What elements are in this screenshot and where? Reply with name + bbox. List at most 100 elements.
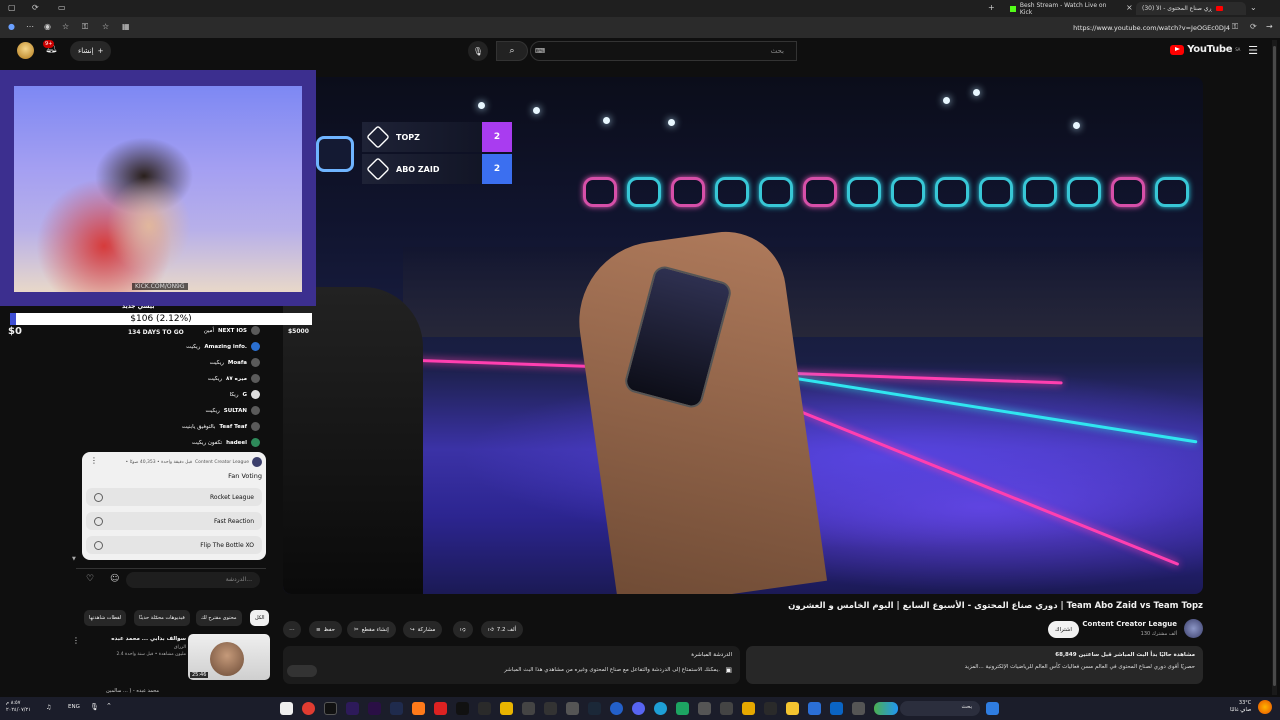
chip-suggested[interactable]: محتوى مقترح لك — [196, 610, 242, 626]
chip-watched[interactable]: لقطات شاهدتها — [84, 610, 127, 626]
keyboard-icon[interactable]: ⌨ — [535, 47, 545, 55]
reload-icon[interactable]: ⟳ — [32, 3, 39, 12]
chat-user[interactable]: ميره ٨٧ — [226, 376, 247, 382]
mic-tray-icon[interactable]: 🎙︎ — [90, 703, 99, 711]
steam-icon[interactable] — [588, 702, 601, 715]
page-scrollbar-thumb[interactable] — [1273, 46, 1276, 686]
emoji-icon[interactable]: ☺ — [110, 574, 119, 584]
taskbar-app-icon[interactable] — [280, 702, 293, 715]
taskbar-app-icon[interactable] — [720, 702, 733, 715]
search-input[interactable]: ⌨ بحث — [530, 41, 797, 61]
chat-user[interactable]: Moafa — [228, 360, 247, 366]
windows-start-icon[interactable] — [986, 702, 999, 715]
tab-switcher-icon[interactable]: ▭ — [58, 3, 66, 12]
chat-avatar[interactable] — [251, 342, 260, 351]
youtube-logo[interactable]: YouTube SA — [1170, 44, 1240, 55]
tray-chevron-icon[interactable]: ⌃ — [106, 702, 112, 710]
dislike-button[interactable]: 👎︎ — [453, 621, 473, 638]
clip-button[interactable]: ✂ إنشاء مقطع — [347, 621, 396, 638]
tiktok-icon[interactable] — [324, 702, 337, 715]
create-button[interactable]: إنشاء + — [70, 41, 112, 61]
save-button[interactable]: ≡ حفظ — [309, 621, 343, 638]
chat-user[interactable]: NEXT IOS — [218, 328, 247, 334]
tab-kick[interactable]: Besh Stream - Watch Live on Kick — [1004, 2, 1124, 16]
hamburger-menu-icon[interactable]: ☰ — [1248, 44, 1258, 57]
chat-avatar[interactable] — [251, 326, 260, 335]
taskbar-app-icon[interactable] — [764, 702, 777, 715]
input-language[interactable]: ENG — [68, 704, 80, 710]
outlook-icon[interactable] — [830, 702, 843, 715]
channel-name[interactable]: Content Creator League — [1082, 620, 1177, 628]
tab-list-chevron-icon[interactable]: ⌄ — [1250, 3, 1257, 12]
chat-avatar[interactable] — [251, 422, 260, 431]
related-thumbnail[interactable]: 25:46 — [188, 634, 270, 680]
related-video-item[interactable]: ⋮ سوالف بذابي ... محمد عبده الزراق 2.4 م… — [72, 634, 274, 694]
livechat-open-button[interactable] — [287, 665, 317, 677]
chat-avatar[interactable] — [251, 358, 260, 367]
chip-recently-uploaded[interactable]: فيديوهات محمّلة حديثًا — [134, 610, 190, 626]
browser-menu-icon[interactable]: ▢ — [8, 3, 16, 12]
chat-avatar[interactable] — [251, 390, 260, 399]
profile-icon[interactable]: ◉ — [44, 22, 51, 31]
channel-avatar[interactable] — [1184, 619, 1203, 638]
voice-search-mic-icon[interactable]: 🎙︎ — [468, 41, 488, 61]
taskbar-app-icon[interactable] — [522, 702, 535, 715]
share-button[interactable]: ↪ مشاركة — [403, 621, 443, 638]
refresh-icon[interactable]: ⟳ — [1250, 22, 1257, 31]
after-effects-icon[interactable] — [346, 702, 359, 715]
like-button[interactable]: 👍︎ 7.2 ألف — [481, 621, 524, 638]
related-more-icon[interactable]: ⋮ — [72, 636, 80, 645]
taskbar-app-icon[interactable] — [676, 702, 689, 715]
poll-more-icon[interactable]: ⋮ — [90, 456, 98, 465]
tab-close-icon[interactable]: × — [1126, 3, 1133, 12]
taskbar-app-icon[interactable] — [412, 702, 425, 715]
taskbar-app-icon[interactable] — [302, 702, 315, 715]
chat-avatar[interactable] — [251, 438, 260, 447]
site-info-icon[interactable]: ⚿ — [1232, 22, 1238, 32]
chat-avatar[interactable] — [251, 374, 260, 383]
premiere-icon[interactable] — [368, 702, 381, 715]
more-dots-icon[interactable]: ⋯ — [26, 22, 34, 31]
weather-widget[interactable]: 33°C صافٍ غالبًا — [1230, 700, 1251, 714]
taskbar-app-icon[interactable] — [698, 702, 711, 715]
subscribe-button[interactable]: اشتراك — [1048, 621, 1079, 638]
poll-option[interactable]: Flip The Bottle XO — [86, 536, 262, 554]
related-next-title[interactable]: محمد عبده - ( ... سالمين — [106, 688, 159, 694]
taskbar-app-icon[interactable] — [434, 702, 447, 715]
lightroom-icon[interactable] — [390, 702, 403, 715]
chip-all[interactable]: الكل — [250, 610, 270, 626]
tab-youtube[interactable]: (30) دوري صناع المحتوى - الأ — [1136, 2, 1246, 15]
new-tab-icon[interactable]: + — [988, 3, 995, 12]
video-description[interactable]: 68,849 مشاهدة حاليًا بدأ البث المباشر قب… — [746, 646, 1203, 684]
search-button[interactable]: ⌕ — [496, 41, 528, 61]
taskbar-app-icon[interactable] — [544, 702, 557, 715]
taskbar-app-icon[interactable] — [742, 702, 755, 715]
chat-user[interactable]: Amazing info. — [204, 344, 247, 350]
chat-user[interactable]: SULTAN — [224, 408, 247, 414]
chat-user[interactable]: Teaf Teaf — [219, 424, 247, 430]
file-explorer-icon[interactable] — [786, 702, 799, 715]
notification-tray-icon[interactable]: ♫ — [46, 704, 51, 711]
taskbar-app-icon[interactable] — [808, 702, 821, 715]
chat-input[interactable]: الدردشة... — [126, 572, 260, 588]
edge-icon[interactable] — [654, 702, 667, 715]
taskbar-search[interactable]: بحث — [900, 701, 980, 716]
more-actions-button[interactable]: ⋯ — [283, 621, 301, 638]
chat-user[interactable]: hadeel — [226, 440, 247, 446]
poll-option[interactable]: Rocket League — [86, 488, 262, 506]
chat-scroll-down-icon[interactable]: ▼ — [72, 556, 76, 562]
add-favorite-icon[interactable]: ☆ — [102, 22, 109, 31]
widgets-icon[interactable] — [874, 702, 898, 715]
taskbar-app-icon[interactable] — [500, 702, 513, 715]
heart-icon[interactable]: ♡ — [86, 574, 94, 584]
collections-icon[interactable]: ▦ — [122, 22, 130, 31]
chat-avatar[interactable] — [251, 406, 260, 415]
taskbar-app-icon[interactable] — [610, 702, 623, 715]
taskbar-clock[interactable]: ٨:٥٧ م ٢٠٢٤/٠٧/٢١ — [6, 700, 31, 714]
taskbar-app-icon[interactable] — [478, 702, 491, 715]
taskbar-app-icon[interactable] — [456, 702, 469, 715]
discord-icon[interactable] — [632, 702, 645, 715]
favorite-star-icon[interactable]: ☆ — [62, 22, 69, 31]
forward-icon[interactable]: → — [1266, 22, 1273, 31]
account-avatar[interactable] — [17, 42, 34, 59]
